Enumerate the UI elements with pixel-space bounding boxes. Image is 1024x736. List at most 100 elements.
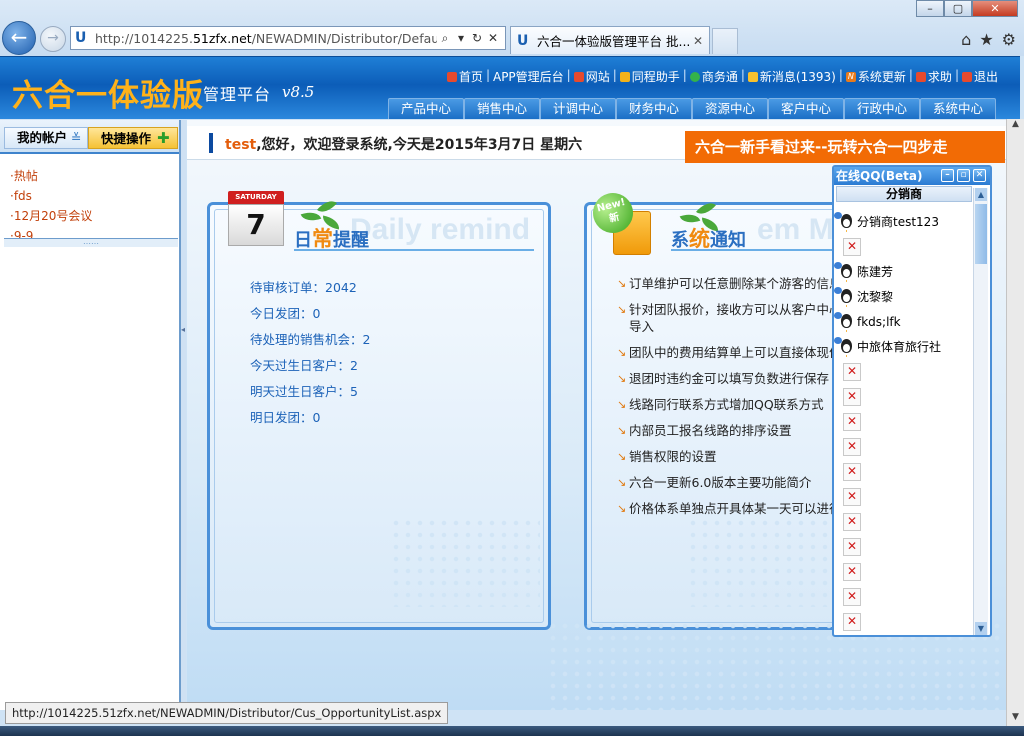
top-link-website[interactable]: 网站	[573, 68, 610, 85]
menu-planning-center[interactable]: 计调中心	[540, 98, 616, 119]
reminder-pending-orders[interactable]: 待审核订单：2042	[250, 277, 370, 303]
calendar-icon: SATURDAY 7	[228, 191, 284, 253]
qq-scrollbar[interactable]: ▲ ▼	[973, 188, 988, 635]
close-window-button[interactable]: ✕	[972, 0, 1018, 17]
reminder-tomorrow-departures[interactable]: 明日发团：0	[250, 407, 370, 433]
top-link-update[interactable]: N 系统更新	[845, 68, 906, 85]
top-link-tongcheng[interactable]: 同程助手	[619, 68, 680, 85]
tab-close-icon[interactable]: ✕	[693, 34, 703, 48]
title-underline	[294, 249, 534, 251]
menu-system-center[interactable]: 系统中心	[920, 98, 996, 119]
daily-reminder-card: SATURDAY 7 Daily remind 日常提醒 待审核订单：2042 …	[207, 191, 551, 630]
maximize-button[interactable]: ▢	[944, 0, 972, 17]
qq-broken-image[interactable]: ✕	[838, 609, 973, 634]
notice-item[interactable]: 六合一更新6.0版本主要功能简介	[617, 474, 857, 491]
notice-item[interactable]: 价格体系单独点开具体某一天可以进行	[617, 500, 857, 517]
promo-banner[interactable]: 六合一新手看过来--玩转六合一四步走	[685, 131, 1005, 163]
notice-item[interactable]: 订单维护可以任意删除某个游客的信息	[617, 275, 857, 292]
minimize-button[interactable]: –	[916, 0, 944, 17]
menu-sales-center[interactable]: 销售中心	[464, 98, 540, 119]
notice-item[interactable]: 针对团队报价，接收方可以从客户中心导入	[617, 301, 847, 335]
home-icon[interactable]: ⌂	[961, 30, 971, 49]
menu-admin-center[interactable]: 行政中心	[844, 98, 920, 119]
scroll-up-arrow-icon[interactable]: ▲	[975, 188, 987, 201]
top-link-help[interactable]: 求助	[915, 68, 952, 85]
qq-panel-titlebar[interactable]: 在线QQ(Beta) – ▫ ✕	[834, 167, 990, 185]
qq-broken-image[interactable]: ✕	[838, 359, 973, 384]
notice-item[interactable]: 退团时违约金可以填写负数进行保存	[617, 370, 857, 387]
qq-broken-image[interactable]: ✕	[838, 234, 973, 259]
qq-group-header[interactable]: 分销商	[836, 186, 972, 202]
sidebar-item[interactable]: ·热帖	[10, 166, 179, 186]
scroll-thumb[interactable]	[975, 204, 987, 264]
qq-broken-image[interactable]: ✕	[838, 559, 973, 584]
welcome-text: test,您好，欢迎登录系统,今天是2015年3月7日 星期六	[225, 137, 583, 153]
broken-image-icon: ✕	[843, 362, 861, 381]
dot-pattern-decoration	[687, 517, 847, 607]
menu-finance-center[interactable]: 财务中心	[616, 98, 692, 119]
scroll-up-arrow-icon[interactable]: ▲	[1009, 119, 1022, 133]
address-bar[interactable]: ᑌ http://1014225.51zfx.net/NEWADMIN/Dist…	[70, 26, 506, 50]
top-link-app-admin[interactable]: APP管理后台	[493, 68, 564, 85]
quick-actions-tab[interactable]: 快捷操作 ✚	[88, 127, 178, 149]
scroll-down-arrow-icon[interactable]: ▼	[975, 622, 987, 635]
top-link-home[interactable]: 首页	[446, 68, 483, 85]
new-tab-button[interactable]	[712, 28, 738, 54]
broken-image-icon: ✕	[843, 587, 861, 606]
notice-item[interactable]: 团队中的费用结算单上可以直接体现价	[617, 344, 857, 361]
reminder-sales-opportunities[interactable]: 待处理的销售机会：2	[250, 329, 370, 355]
sidebar-splitter[interactable]: ◂	[180, 120, 186, 710]
my-account-tab[interactable]: 我的帐户 ≚	[4, 127, 88, 149]
qq-broken-image[interactable]: ✕	[838, 534, 973, 559]
qq-contact-list: 分销商test123 ✕ 陈建芳 沈黎黎 fkds;lfk 中旅体育旅行社 ✕ ✕ ✕ ✕ ✕ ✕ ✕ ✕…	[834, 209, 973, 634]
notice-item[interactable]: 销售权限的设置	[617, 448, 857, 465]
qq-minimize-button[interactable]: –	[941, 169, 954, 182]
menu-customer-center[interactable]: 客户中心	[768, 98, 844, 119]
qq-broken-image[interactable]: ✕	[838, 459, 973, 484]
broken-image-icon: ✕	[843, 437, 861, 456]
favorites-icon[interactable]: ★	[979, 30, 993, 49]
notice-item[interactable]: 线路同行联系方式增加QQ联系方式	[617, 396, 857, 413]
refresh-icon[interactable]: ↻	[469, 31, 485, 45]
qq-contact[interactable]: 分销商test123	[834, 209, 973, 234]
collapse-arrow-icon[interactable]: ◂	[181, 325, 185, 334]
reminder-birthdays-tomorrow[interactable]: 明天过生日客户：5	[250, 381, 370, 407]
top-link-logout[interactable]: 退出	[961, 68, 998, 85]
website-icon	[573, 71, 584, 82]
sidebar-resize-bar[interactable]: ……	[4, 238, 178, 247]
qq-broken-image[interactable]: ✕	[838, 584, 973, 609]
scroll-down-arrow-icon[interactable]: ▼	[1009, 712, 1022, 726]
sidebar-list: ·热帖 ·fds ·12月20号会议 ·9-9	[0, 154, 179, 246]
qq-contact[interactable]: 陈建芳	[834, 259, 973, 284]
qq-contact[interactable]: fkds;lfk	[834, 309, 973, 334]
sidebar-item[interactable]: ·fds	[10, 186, 179, 206]
qq-maximize-button[interactable]: ▫	[957, 169, 970, 182]
update-icon: N	[845, 71, 856, 82]
qq-broken-image[interactable]: ✕	[838, 434, 973, 459]
notice-item[interactable]: 内部员工报名线路的排序设置	[617, 422, 857, 439]
page-scrollbar[interactable]: ▲ ▼	[1006, 119, 1024, 726]
qq-broken-image[interactable]: ✕	[838, 509, 973, 534]
top-link-messages[interactable]: 新消息(1393)	[747, 68, 836, 85]
address-url[interactable]: http://1014225.51zfx.net/NEWADMIN/Distri…	[95, 31, 437, 46]
browser-tab-active[interactable]: ᑌ 六合一体验版管理平台 批... ✕	[510, 26, 710, 54]
qq-contact-name: 中旅体育旅行社	[857, 340, 942, 354]
qq-broken-image[interactable]: ✕	[838, 484, 973, 509]
top-link-business[interactable]: 商务通	[689, 68, 738, 85]
qq-contact[interactable]: 沈黎黎	[834, 284, 973, 309]
menu-product-center[interactable]: 产品中心	[388, 98, 464, 119]
sidebar-item[interactable]: ·12月20号会议	[10, 206, 179, 226]
qq-close-button[interactable]: ✕	[973, 169, 986, 182]
search-icon[interactable]: ⌕	[437, 31, 453, 46]
qq-contact[interactable]: 中旅体育旅行社	[834, 334, 973, 359]
menu-resource-center[interactable]: 资源中心	[692, 98, 768, 119]
settings-gear-icon[interactable]: ⚙	[1002, 30, 1016, 49]
forward-button[interactable]: →	[40, 26, 66, 52]
qq-broken-image[interactable]: ✕	[838, 409, 973, 434]
reminder-today-departures[interactable]: 今日发团：0	[250, 303, 370, 329]
reminder-birthdays-today[interactable]: 今天过生日客户：2	[250, 355, 370, 381]
dropdown-icon[interactable]: ▾	[453, 31, 469, 45]
qq-broken-image[interactable]: ✕	[838, 384, 973, 409]
back-button[interactable]: ←	[2, 21, 36, 55]
stop-icon[interactable]: ✕	[485, 31, 501, 45]
